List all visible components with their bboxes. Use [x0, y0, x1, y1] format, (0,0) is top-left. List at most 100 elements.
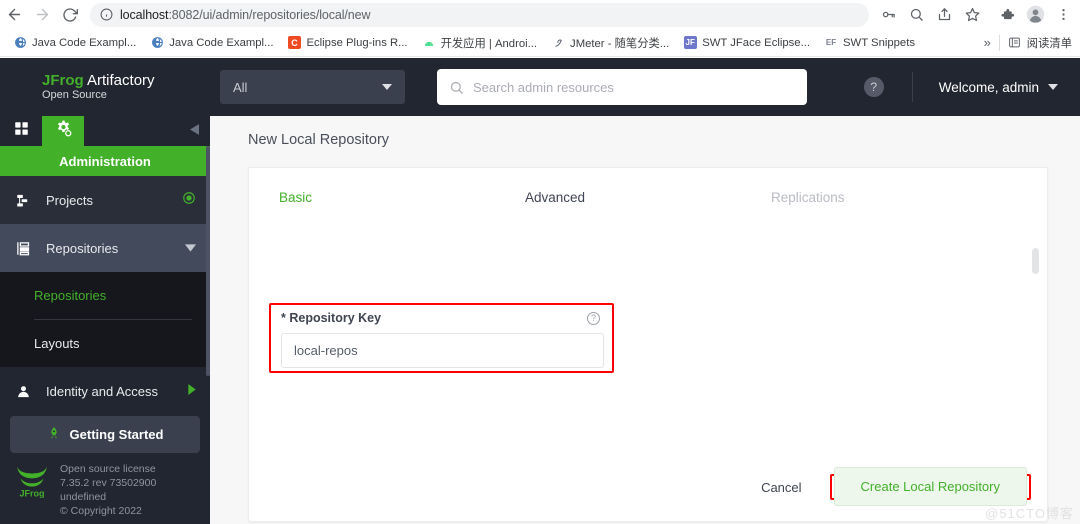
sidebar-collapse-button[interactable] — [190, 116, 199, 146]
rocket-icon — [47, 426, 61, 443]
repositories-icon — [14, 241, 32, 256]
user-menu-label: Welcome, admin — [938, 79, 1039, 95]
bookmark-label: SWT JFace Eclipse... — [702, 36, 810, 49]
bookmark-label: Java Code Exampl... — [32, 36, 137, 49]
browser-nav-bar: localhost:8082/ui/admin/repositories/loc… — [0, 0, 1080, 29]
share-icon[interactable] — [931, 2, 957, 28]
letter-c-icon: C — [287, 36, 301, 50]
grid-icon — [14, 121, 29, 141]
logo-edition: Open Source — [42, 89, 107, 101]
sidebar-item-repositories[interactable]: Repositories — [0, 224, 210, 272]
license-line: Open source license — [60, 463, 156, 475]
android-icon — [422, 36, 436, 50]
card-scrollbar[interactable] — [1032, 248, 1039, 274]
license-line: undefined — [60, 491, 107, 503]
target-dot-icon — [182, 191, 196, 210]
site-info-icon[interactable] — [100, 8, 113, 21]
reload-icon[interactable] — [56, 1, 84, 29]
omnibox[interactable]: localhost:8082/ui/admin/repositories/loc… — [90, 2, 869, 27]
bookmark-item[interactable]: EF SWT Snippets — [817, 32, 922, 54]
letter-ef-icon: EF — [825, 38, 837, 47]
watermark: @51CTO博客 — [985, 506, 1074, 521]
letter-jf-icon: JF — [683, 36, 697, 49]
repository-key-input-wrap[interactable] — [281, 333, 604, 368]
back-icon[interactable] — [0, 1, 28, 29]
admin-search[interactable] — [437, 69, 807, 105]
projects-icon — [14, 193, 32, 208]
sidebar-subitem-layouts[interactable]: Layouts — [0, 320, 210, 367]
search-icon — [449, 80, 464, 95]
help-icon[interactable]: ? — [863, 77, 884, 97]
jfrog-frog-logo: JFrog — [12, 462, 52, 503]
tab-replications[interactable]: Replications — [771, 190, 1017, 217]
sidebar-item-identity-and-access[interactable]: Identity and Access — [0, 367, 210, 415]
extensions-puzzle-icon[interactable] — [994, 2, 1020, 28]
sidebar-tab-administration[interactable] — [42, 116, 84, 146]
create-local-repository-button[interactable]: Create Local Repository — [833, 467, 1027, 506]
topbar-right: ? Welcome, admin — [863, 72, 1080, 102]
star-icon[interactable] — [959, 2, 985, 28]
user-menu[interactable]: Welcome, admin — [939, 80, 1058, 95]
getting-started-button[interactable]: Getting Started — [10, 416, 200, 453]
required-mark: * — [281, 311, 286, 325]
sidebar-subitem-repositories[interactable]: Repositories — [0, 272, 210, 319]
search-icon[interactable] — [903, 2, 929, 28]
bookmark-item[interactable]: C Eclipse Plug-ins R... — [280, 32, 414, 54]
bookmark-item[interactable]: 开发应用 | Androi... — [415, 32, 544, 54]
bookmarks-overflow-button[interactable]: » — [984, 35, 991, 50]
repository-key-input[interactable] — [294, 343, 591, 358]
scope-select[interactable]: All — [220, 70, 405, 104]
reading-list-icon — [1008, 36, 1022, 50]
repository-key-label-row: * Repository Key ? — [281, 311, 604, 325]
user-icon — [14, 384, 32, 399]
forward-icon[interactable] — [28, 1, 56, 29]
chevron-left-icon — [190, 122, 199, 140]
bookmark-item[interactable]: JF SWT JFace Eclipse... — [676, 32, 817, 54]
bookmark-item[interactable]: Java Code Exampl... — [6, 32, 143, 54]
chevron-down-icon — [1048, 84, 1058, 90]
profile-avatar-icon[interactable] — [1022, 2, 1048, 28]
three-dot-menu-icon[interactable] — [1050, 2, 1076, 28]
divider — [911, 72, 913, 102]
tab-label: Replications — [771, 190, 845, 205]
sidebar-item-label: Repositories — [46, 240, 119, 256]
chevron-down-icon — [382, 84, 392, 90]
globe-icon — [150, 36, 164, 50]
repository-key-highlight: * Repository Key ? — [269, 303, 614, 373]
screenshot-root: localhost:8082/ui/admin/repositories/loc… — [0, 0, 1080, 524]
reading-list-label: 阅读清单 — [1026, 37, 1072, 50]
sidebar-section-title: Administration — [0, 146, 210, 176]
main-content: New Local Repository Basic Advanced Repl… — [210, 116, 1080, 524]
logo-product: Artifactory — [87, 72, 155, 89]
bookmarks-bar-right: » 阅读清单 — [984, 34, 1080, 51]
tab-advanced[interactable]: Advanced — [525, 190, 771, 217]
jfrog-logo[interactable]: JFrog Artifactory Open Source — [0, 58, 210, 116]
browser-toolbar-icons — [875, 2, 1080, 28]
create-button-highlight: Create Local Repository — [829, 467, 1031, 506]
card-tabs: Basic Advanced Replications — [249, 168, 1047, 217]
bookmark-label: SWT Snippets — [843, 36, 915, 49]
card-footer-actions: Cancel Create Local Repository — [249, 453, 1047, 521]
search-input[interactable] — [473, 79, 795, 95]
logo-title: JFrog Artifactory — [42, 72, 210, 89]
divider — [998, 34, 1000, 51]
tab-label: Basic — [279, 190, 313, 205]
svg-text:JFrog: JFrog — [19, 488, 44, 498]
cancel-button[interactable]: Cancel — [743, 472, 819, 503]
page-title: New Local Repository — [248, 132, 390, 148]
key-icon[interactable] — [875, 2, 901, 28]
clipped-form-text: ····· ··· — [304, 264, 334, 271]
getting-started-label: Getting Started — [69, 427, 164, 442]
tab-basic[interactable]: Basic — [279, 190, 525, 217]
bookmarks-bar: Java Code Exampl... Java Code Exampl... … — [0, 29, 1080, 57]
scope-select-value: All — [233, 79, 248, 95]
sidebar-item-projects[interactable]: Projects — [0, 176, 210, 224]
bookmark-item[interactable]: JMeter - 随笔分类... — [544, 32, 676, 54]
sidebar-footer: Getting Started JFrog Open source licens… — [0, 416, 210, 524]
license-text: Open source license 7.35.2 rev 73502900 … — [60, 462, 156, 518]
jmeter-icon — [551, 36, 565, 50]
reading-list-button[interactable]: 阅读清单 — [1008, 35, 1072, 51]
bookmark-item[interactable]: Java Code Exampl... — [143, 32, 280, 54]
question-circle-icon[interactable]: ? — [587, 311, 600, 325]
sidebar-tab-dashboard[interactable] — [0, 116, 42, 146]
